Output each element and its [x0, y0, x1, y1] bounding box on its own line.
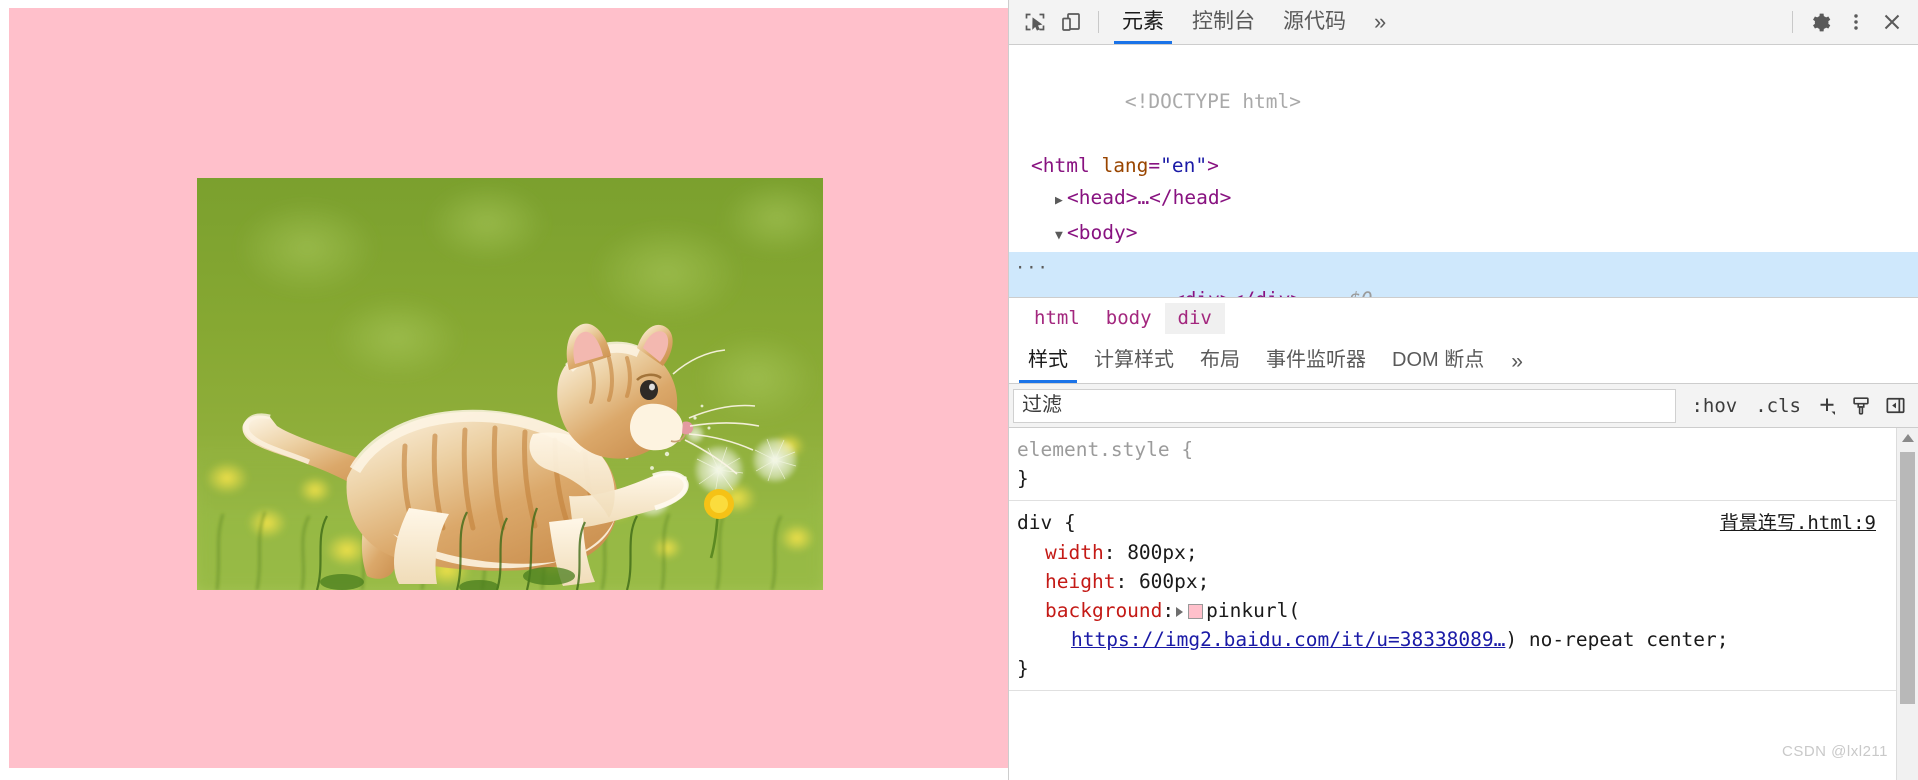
div-brace-open: { [1063, 511, 1076, 534]
scrollbar-thumb[interactable] [1900, 452, 1915, 704]
node-badge-ellipsis-icon[interactable]: ··· [1015, 252, 1049, 284]
plus-icon[interactable] [1810, 389, 1844, 423]
styles-pane-scrollbar[interactable] [1896, 428, 1918, 780]
body-collapse-triangle-icon[interactable]: ▼ [1055, 220, 1067, 252]
declaration-height[interactable]: height: 600px; [1017, 567, 1900, 596]
selected-node-ref: == $0 [1314, 288, 1373, 297]
selected-div-node: <div></div> [1173, 288, 1302, 297]
kitten-background-image [197, 178, 823, 590]
property-value-width[interactable]: 800px [1127, 541, 1186, 564]
background-url-suffix: ) [1505, 628, 1518, 651]
toolbar-divider-1 [1098, 11, 1099, 33]
breadcrumb: html body div [1009, 297, 1918, 339]
property-name-background[interactable]: background [1045, 599, 1162, 622]
dom-line-body-open[interactable]: ▼ <body> [1009, 217, 1918, 252]
tab-dom-breakpoints[interactable]: DOM 断点 [1379, 339, 1497, 383]
background-url-prefix: url( [1253, 599, 1301, 622]
paint-brush-icon[interactable] [1844, 389, 1878, 423]
dom-line-html-open[interactable]: <html lang="en"> [1009, 150, 1918, 182]
shorthand-expand-triangle-icon[interactable] [1176, 606, 1184, 617]
more-tabs-chevron-icon[interactable]: » [1360, 0, 1400, 44]
declaration-width[interactable]: width: 800px; [1017, 538, 1900, 567]
doctype-text: <!DOCTYPE html> [1124, 90, 1302, 113]
styles-sidebar-tabs: 样式 计算样式 布局 事件监听器 DOM 断点 » [1009, 339, 1918, 384]
html-open-tag: <html [1031, 154, 1090, 177]
head-node-text: <head>…</head> [1067, 186, 1232, 209]
styles-filter-bar: :hov .cls [1009, 384, 1918, 428]
declaration-background[interactable]: background: pinkurl(https://img2.baidu.co… [1017, 596, 1900, 654]
styles-more-tabs-chevron-icon[interactable]: » [1497, 341, 1537, 383]
rendered-page-viewport [0, 0, 1008, 780]
element-style-brace-close: } [1017, 467, 1029, 490]
tab-event-listeners[interactable]: 事件监听器 [1253, 339, 1379, 383]
styles-rules-pane[interactable]: element.style { } div { 背景连写.html:9 widt… [1009, 428, 1918, 780]
body-open-tag: <body> [1067, 221, 1138, 244]
head-expand-triangle-icon[interactable]: ▶ [1055, 185, 1067, 217]
close-icon[interactable] [1874, 4, 1910, 40]
dom-line-doctype[interactable]: <!DOCTYPE html> [1009, 54, 1918, 150]
toolbar-divider-2 [1792, 11, 1793, 33]
property-name-width[interactable]: width [1045, 541, 1104, 564]
html-lang-attr-name: lang [1101, 154, 1149, 177]
tab-computed[interactable]: 计算样式 [1081, 339, 1187, 383]
background-image-url-link[interactable]: https://img2.baidu.com/it/u=38338089… [1071, 628, 1505, 651]
devtools-toolbar: 元素 控制台 源代码 » [1009, 0, 1918, 45]
html-lang-attr-value: "en" [1160, 154, 1208, 177]
html-open-tag-close: > [1207, 154, 1219, 177]
dom-tree[interactable]: <!DOCTYPE html> <html lang="en"> ▶ <head>… [1009, 45, 1918, 297]
tab-sources[interactable]: 源代码 [1269, 0, 1360, 44]
gear-icon[interactable] [1802, 4, 1838, 40]
rule-element-style[interactable]: element.style { } [1009, 428, 1918, 501]
devtools-screenshot: 元素 控制台 源代码 » <!DOCTYPE html> <html lang=… [0, 0, 1918, 780]
tab-elements[interactable]: 元素 [1108, 0, 1178, 44]
tab-layout[interactable]: 布局 [1187, 339, 1253, 383]
property-name-height[interactable]: height [1045, 570, 1115, 593]
cls-toggle-button[interactable]: .cls [1746, 395, 1810, 417]
devtools-panel: 元素 控制台 源代码 » <!DOCTYPE html> <html lang=… [1008, 0, 1918, 780]
sidebar-collapse-icon[interactable] [1878, 389, 1912, 423]
element-style-selector[interactable]: element.style [1017, 438, 1170, 461]
tab-console[interactable]: 控制台 [1178, 0, 1269, 44]
dom-line-head[interactable]: ▶ <head>…</head> [1009, 182, 1918, 217]
csdn-watermark: CSDN @lxl211 [1782, 743, 1888, 760]
device-toolbar-icon[interactable] [1053, 4, 1089, 40]
div-selector[interactable]: div [1017, 511, 1052, 534]
element-style-brace-open: { [1181, 438, 1194, 461]
color-swatch-pink[interactable] [1188, 604, 1204, 619]
property-value-height[interactable]: 600px [1139, 570, 1198, 593]
scroll-up-arrow-icon[interactable] [1897, 428, 1918, 448]
styles-filter-input[interactable] [1013, 388, 1677, 423]
inspect-cursor-icon[interactable] [1017, 4, 1053, 40]
breadcrumb-item-div[interactable]: div [1164, 303, 1225, 334]
background-repeat-position[interactable]: no-repeat center [1529, 628, 1717, 651]
breadcrumb-item-body[interactable]: body [1093, 303, 1165, 334]
tab-styles[interactable]: 样式 [1015, 339, 1081, 383]
page-pink-div [9, 8, 1008, 768]
kebab-menu-icon[interactable] [1838, 4, 1874, 40]
dom-line-div-selected[interactable]: ··· <div></div> == $0 [1009, 252, 1918, 297]
rule-div[interactable]: div { 背景连写.html:9 width: 800px; height: … [1009, 501, 1918, 691]
div-brace-close: } [1017, 657, 1029, 680]
hov-toggle-button[interactable]: :hov [1682, 395, 1746, 417]
stylesheet-source-link[interactable]: 背景连写.html:9 [1720, 509, 1900, 538]
breadcrumb-item-html[interactable]: html [1021, 303, 1093, 334]
background-color-keyword[interactable]: pink [1206, 599, 1253, 622]
